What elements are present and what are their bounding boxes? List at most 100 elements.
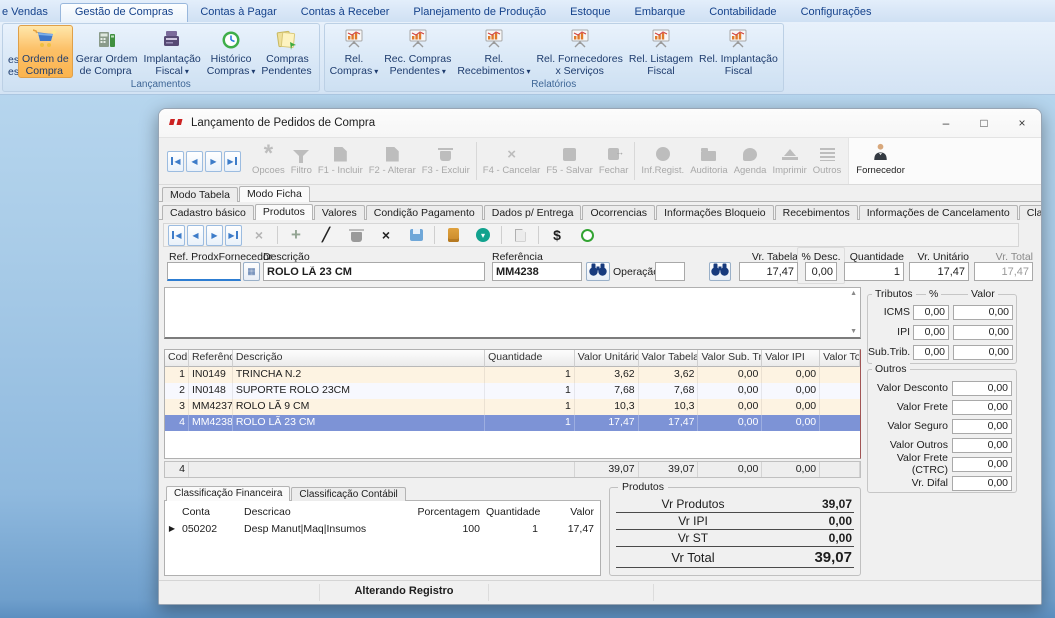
item-copy-button[interactable]: [513, 227, 527, 243]
valor-seguro-input[interactable]: [952, 419, 1012, 434]
ribbon-button-rel-compras[interactable]: Rel. Compras▾: [327, 25, 382, 78]
fornecedor-button[interactable]: Fornecedor: [853, 139, 908, 183]
item-first-button[interactable]: ◀: [168, 225, 185, 246]
ribbon-button-implantacao-fiscal[interactable]: Implantação Fiscal▾: [141, 25, 204, 78]
item-edit-icon[interactable]: ╱: [319, 227, 333, 243]
f4-cancelar-button[interactable]: ×F4 - Cancelar: [480, 139, 544, 183]
col-conta[interactable]: Conta: [179, 505, 241, 519]
item-cancel-disabled-icon[interactable]: ×: [252, 227, 266, 243]
ipi-pct-input[interactable]: [913, 325, 949, 340]
ribbon-button-rel-fornecedores-x-servicos[interactable]: Rel. Fornecedores x Serviços: [533, 25, 625, 78]
tab-classificacao-contabil[interactable]: Classificação Contábil: [291, 487, 405, 501]
scroll-up-icon[interactable]: ▲: [850, 290, 857, 297]
col-valor[interactable]: Valor: [541, 505, 597, 519]
menu-tab-embarque[interactable]: Embarque: [623, 3, 698, 22]
item-price-icon[interactable]: $: [550, 227, 564, 243]
tab-produtos[interactable]: Produtos: [255, 204, 313, 220]
tab-valores[interactable]: Valores: [314, 205, 365, 220]
menu-tab-contas-a-receber[interactable]: Contas à Receber: [289, 3, 402, 22]
auditoria-button[interactable]: Auditoria: [687, 139, 731, 183]
col-valor-ipi[interactable]: Valor IPI: [762, 350, 820, 367]
referencia-input[interactable]: [492, 262, 582, 281]
last-record-button[interactable]: ▶: [224, 151, 241, 172]
tab-classificacoes[interactable]: Classificações: [1019, 205, 1042, 220]
table-row[interactable]: 2IN0148SUPORTE ROLO 23CM17,687,680,000,0…: [165, 383, 860, 399]
col-valor-unitario[interactable]: Valor Unitário: [575, 350, 639, 367]
ipi-valor-input[interactable]: [953, 325, 1013, 340]
item-last-button[interactable]: ▶: [225, 225, 242, 246]
item-archive-button[interactable]: [446, 227, 460, 243]
close-button[interactable]: ×: [1003, 109, 1041, 137]
opcoes-button[interactable]: *Opcoes: [249, 139, 288, 183]
tab-ocorrencias[interactable]: Ocorrencias: [582, 205, 655, 220]
f3-excluir-button[interactable]: F3 - Excluir: [419, 139, 473, 183]
classificacao-row[interactable]: ▶ 050202 Desp Manut|Maq|Insumos 100 1 17…: [165, 520, 600, 537]
referencia-search-button[interactable]: [586, 262, 610, 281]
menu-tab-vendas[interactable]: e Vendas: [0, 3, 60, 22]
f5-salvar-button[interactable]: F5 - Salvar: [543, 139, 595, 183]
valor-frete-ctrc-input[interactable]: [952, 457, 1012, 472]
next-record-button[interactable]: ▶: [205, 151, 222, 172]
fechar-button[interactable]: Fechar: [596, 139, 632, 183]
tab-classificacao-financeira[interactable]: Classificação Financeira: [166, 486, 290, 501]
menu-tab-configuracoes[interactable]: Configurações: [789, 3, 884, 22]
sub-trib-pct-input[interactable]: [913, 345, 949, 360]
ribbon-button-ordem-de-compra[interactable]: Ordem de Compra: [18, 25, 73, 78]
col-descricao[interactable]: Descrição: [233, 350, 485, 367]
col-porcentagem[interactable]: Porcentagem: [399, 505, 483, 519]
icms-valor-input[interactable]: [953, 305, 1013, 320]
tab-dados-entrega[interactable]: Dados p/ Entrega: [484, 205, 582, 220]
valor-frete-input[interactable]: [952, 400, 1012, 415]
menu-tab-contas-a-pagar[interactable]: Contas à Pagar: [188, 3, 288, 22]
filtro-button[interactable]: Filtro: [288, 139, 315, 183]
item-next-button[interactable]: ▶: [206, 225, 223, 246]
item-teal-button[interactable]: ▾: [476, 227, 490, 243]
item-add-icon[interactable]: +: [289, 227, 303, 243]
previous-record-button[interactable]: ◀: [186, 151, 203, 172]
tab-modo-ficha[interactable]: Modo Ficha: [239, 186, 310, 202]
tab-informacoes-bloqueio[interactable]: Informações Bloqueio: [656, 205, 774, 220]
col-referencia[interactable]: Referência: [189, 350, 233, 367]
descricao-input[interactable]: [263, 262, 485, 281]
tab-condicao-pagamento[interactable]: Condição Pagamento: [366, 205, 483, 220]
f1-incluir-button[interactable]: F1 - Incluir: [315, 139, 366, 183]
col-valor-sub-trib[interactable]: Valor Sub. Trib.: [698, 350, 762, 367]
ribbon-button-rel-listagem-fiscal[interactable]: Rel. Listagem Fiscal: [626, 25, 696, 78]
tab-modo-tabela[interactable]: Modo Tabela: [162, 187, 238, 202]
ribbon-button-rec-compras-pendentes[interactable]: Rec. Compras Pendentes▾: [381, 25, 454, 78]
col-cod-item[interactable]: Cod. Ite: [165, 350, 189, 367]
minimize-button[interactable]: –: [927, 109, 965, 137]
table-row-selected[interactable]: 4MM4238ROLO LÃ 23 CM117,4717,470,000,00: [165, 415, 860, 431]
operacao-input[interactable]: [655, 262, 685, 281]
quantidade-input[interactable]: [844, 262, 904, 281]
ribbon-button-gerar-ordem-de-compra[interactable]: Gerar Ordem de Compra: [73, 25, 141, 78]
item-remove-icon[interactable]: ×: [379, 227, 393, 243]
valor-outros-input[interactable]: [952, 438, 1012, 453]
valor-desconto-input[interactable]: [952, 381, 1012, 396]
col-descricao[interactable]: Descricao: [241, 505, 399, 519]
table-row[interactable]: 1IN0149TRINCHA N.213,623,620,000,00: [165, 367, 860, 383]
ribbon-button-rel-implantacao-fiscal[interactable]: Rel. Implantação Fiscal: [696, 25, 781, 78]
desc-pct-input[interactable]: [805, 262, 837, 281]
tab-cadastro-basico[interactable]: Cadastro básico: [162, 205, 254, 220]
item-save-button[interactable]: [409, 227, 423, 243]
vr-difal-input[interactable]: [952, 476, 1012, 491]
item-previous-button[interactable]: ◀: [187, 225, 204, 246]
item-delete-button[interactable]: [349, 227, 363, 243]
col-quantidade[interactable]: Quantidade: [483, 505, 541, 519]
f2-alterar-button[interactable]: F2 - Alterar: [366, 139, 419, 183]
table-row[interactable]: 3MM4237ROLO LÃ 9 CM110,310,30,000,00: [165, 399, 860, 415]
ribbon-button-compras-pendentes[interactable]: Compras Pendentes: [258, 25, 316, 78]
outros-button[interactable]: Outros: [810, 139, 845, 183]
sub-trib-valor-input[interactable]: [953, 345, 1013, 360]
ribbon-button-historico-compras[interactable]: Histórico Compras▾: [204, 25, 259, 78]
vr-tabela-input[interactable]: [739, 262, 798, 281]
tab-recebimentos[interactable]: Recebimentos: [775, 205, 858, 220]
ref-lookup-button[interactable]: ▦: [243, 262, 260, 281]
col-valor-total[interactable]: Valor Total: [820, 350, 860, 367]
inf-regist-button[interactable]: Inf.Regist.: [638, 139, 687, 183]
tab-informacoes-cancelamento[interactable]: Informações de Cancelamento: [859, 205, 1018, 220]
item-history-button[interactable]: [580, 227, 594, 243]
ribbon-button-clipped[interactable]: es es: [5, 25, 18, 78]
menu-tab-contabilidade[interactable]: Contabilidade: [697, 3, 788, 22]
